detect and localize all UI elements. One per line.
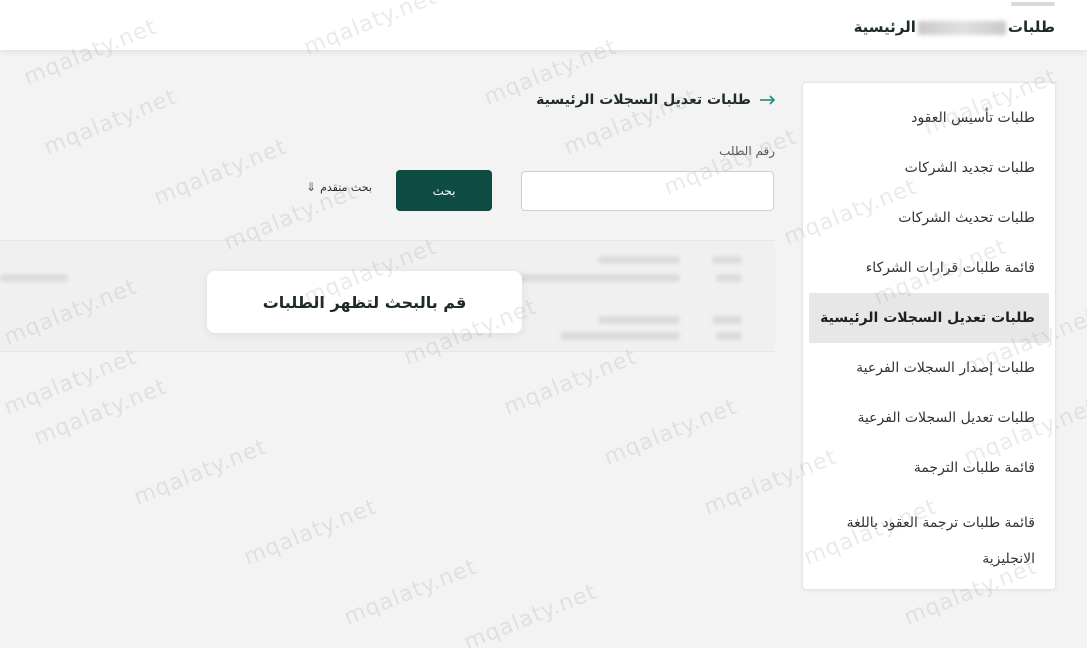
sidebar: طلبات تأسيس العقود طلبات تجديد الشركات ط… xyxy=(802,82,1056,590)
page-heading: طلبات تعديل السجلات الرئيسية xyxy=(536,92,775,108)
header-title-end: الرئيسية xyxy=(853,18,916,36)
table-divider xyxy=(0,351,775,352)
skeleton-cell xyxy=(510,274,680,282)
watermark-text: mqalaty.net xyxy=(130,434,271,511)
skeleton-cell xyxy=(598,256,680,264)
breadcrumb xyxy=(1011,2,1055,6)
top-header: طلبات الرئيسية xyxy=(0,0,1087,50)
skeleton-cell xyxy=(716,274,742,282)
sidebar-item-company-renewal[interactable]: طلبات تجديد الشركات xyxy=(811,155,1035,181)
sidebar-item-main-records-edit[interactable]: طلبات تعديل السجلات الرئيسية xyxy=(809,293,1049,343)
watermark-text: mqalaty.net xyxy=(30,374,171,451)
request-number-label: رقم الطلب xyxy=(719,144,775,158)
sidebar-item-partner-decisions[interactable]: قائمة طلبات قرارات الشركاء xyxy=(811,255,1035,281)
double-chevron-down-icon: ⇓ xyxy=(306,180,317,194)
sidebar-item-english-contract-translation[interactable]: قائمة طلبات ترجمة العقود باللغة الانجليز… xyxy=(811,505,1035,577)
sidebar-item-company-update[interactable]: طلبات تحديث الشركات xyxy=(811,205,1035,231)
arrow-right-icon[interactable] xyxy=(759,93,775,107)
watermark-text: mqalaty.net xyxy=(40,84,181,161)
advanced-search-toggle[interactable]: بحث متقدم ⇓ xyxy=(306,180,372,194)
watermark-text: mqalaty.net xyxy=(240,494,381,571)
redacted-text xyxy=(917,20,1006,35)
request-number-input[interactable] xyxy=(521,171,774,211)
header-title: طلبات الرئيسية xyxy=(854,18,1055,36)
skeleton-cell xyxy=(712,256,742,264)
watermark-text: mqalaty.net xyxy=(0,344,141,421)
skeleton-cell xyxy=(560,332,680,340)
sidebar-item-contract-establishment[interactable]: طلبات تأسيس العقود xyxy=(811,105,1035,131)
skeleton-cell xyxy=(0,274,68,282)
watermark-text: mqalaty.net xyxy=(600,394,741,471)
sidebar-item-branch-records-edit[interactable]: طلبات تعديل السجلات الفرعية xyxy=(811,405,1035,431)
header-title-start: طلبات xyxy=(1007,18,1055,36)
watermark-text: mqalaty.net xyxy=(460,579,601,648)
watermark-text: mqalaty.net xyxy=(500,344,641,421)
advanced-search-label: بحث متقدم xyxy=(320,180,372,194)
empty-state-card: قم بالبحث لتظهر الطلبات xyxy=(207,271,522,333)
watermark-text: mqalaty.net xyxy=(150,134,291,211)
table-divider xyxy=(0,240,775,241)
skeleton-cell xyxy=(712,316,742,324)
sidebar-item-branch-records-issue[interactable]: طلبات إصدار السجلات الفرعية xyxy=(811,355,1035,381)
sidebar-item-translation-requests[interactable]: قائمة طلبات الترجمة xyxy=(811,455,1035,481)
skeleton-cell xyxy=(716,332,742,340)
skeleton-cell xyxy=(598,316,680,324)
search-button[interactable]: بحث xyxy=(396,170,492,211)
watermark-text: mqalaty.net xyxy=(340,554,481,631)
empty-state-message: قم بالبحث لتظهر الطلبات xyxy=(262,292,467,312)
page-title: طلبات تعديل السجلات الرئيسية xyxy=(536,92,751,108)
